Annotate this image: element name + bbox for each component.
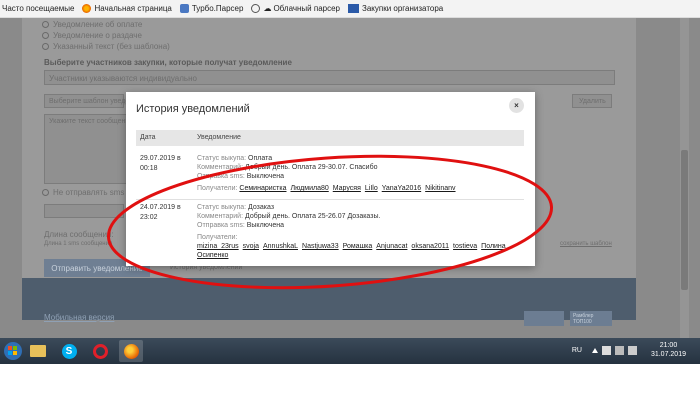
- recipient-link[interactable]: AnnushkaL: [263, 243, 298, 250]
- show-hidden-icon[interactable]: [591, 347, 598, 353]
- row-date: 29.07.2019 в 00:18: [140, 155, 181, 172]
- taskbar-skype[interactable]: S: [57, 340, 81, 362]
- column-notification: Уведомление: [197, 134, 241, 141]
- history-modal: История уведомлений × Дата Уведомление 2…: [126, 92, 535, 266]
- close-button[interactable]: ×: [509, 98, 524, 113]
- recipient-link[interactable]: oksana2011: [411, 243, 449, 250]
- recipient-link[interactable]: Ромашка: [343, 243, 373, 250]
- language-indicator[interactable]: RU: [572, 347, 582, 354]
- row-details: Статус выкупа: Оплата Комментарий: Добры…: [197, 154, 517, 193]
- recipient-link[interactable]: Марусяя: [333, 185, 361, 192]
- sp-icon: [348, 4, 359, 13]
- clock-time: 21:00: [659, 342, 678, 349]
- clock[interactable]: 21:00 31.07.2019: [651, 341, 686, 359]
- taskbar-firefox[interactable]: [119, 340, 143, 362]
- network-icon[interactable]: [614, 345, 624, 355]
- row-details: Статус выкупа: Дозаказ Комментарий: Добр…: [197, 204, 506, 259]
- column-date: Дата: [140, 134, 156, 141]
- globe-icon: [251, 4, 261, 13]
- delete-button[interactable]: Удалить: [572, 94, 612, 108]
- bookmarks-bar: Часто посещаемые Начальная страница Турб…: [0, 0, 700, 18]
- bookmark-organizer[interactable]: Закупки организатора: [348, 4, 443, 13]
- status-value: Дозаказ: [248, 204, 275, 211]
- message-length: Длина сообщения:: [44, 230, 114, 239]
- recipient-link[interactable]: svoja: [243, 243, 259, 250]
- table-row: 24.07.2019 в 23:02 Статус выкупа: Дозака…: [136, 203, 524, 259]
- option-distribution[interactable]: Уведомление о раздаче: [42, 31, 142, 40]
- screen: Часто посещаемые Начальная страница Турб…: [0, 0, 700, 394]
- taskbar-opera[interactable]: [88, 340, 112, 362]
- blank-area: [0, 364, 700, 394]
- start-button[interactable]: [3, 341, 23, 361]
- message-textarea[interactable]: Укажите текст сообщения: [44, 114, 133, 184]
- recipient-link[interactable]: LiIlo: [365, 185, 378, 192]
- mobile-version-link[interactable]: Мобильная версия: [44, 313, 114, 322]
- recipient-link[interactable]: YanaYa2016: [382, 185, 421, 192]
- opera-icon: [92, 343, 108, 359]
- sms-input[interactable]: [44, 204, 124, 218]
- clock-date: 31.07.2019: [650, 351, 686, 358]
- comment-value: Добрый день. Оплата 29-30.07. Спасибо: [245, 164, 378, 171]
- bookmark-cloud-parser[interactable]: ☁ Облачный парсер: [251, 4, 340, 13]
- skype-icon: S: [61, 343, 77, 359]
- modal-title: История уведомлений: [136, 103, 250, 115]
- taskbar-explorer[interactable]: [26, 340, 50, 362]
- sms-option[interactable]: Не отправлять sms: [42, 188, 124, 197]
- recipient-link[interactable]: tostieva: [453, 243, 477, 250]
- recipient-link[interactable]: Nikitinanv: [425, 185, 455, 192]
- close-icon: ×: [514, 101, 519, 110]
- status-value: Оплата: [248, 155, 273, 162]
- bookmark-start-page[interactable]: Начальная страница: [82, 4, 172, 13]
- option-custom-text[interactable]: Указанный текст (без шаблона): [42, 42, 170, 51]
- bookmark-frequent[interactable]: Часто посещаемые: [2, 4, 74, 13]
- recipient-link[interactable]: Nastjuwa33: [302, 243, 339, 250]
- table-header: Дата Уведомление: [136, 130, 524, 146]
- table-row: 29.07.2019 в 00:18 Статус выкупа: Оплата…: [136, 154, 524, 198]
- recipient-link[interactable]: Anjunacat: [376, 243, 407, 250]
- recipient-link[interactable]: Людмила80: [290, 185, 328, 192]
- system-tray: RU 21:00 31.07.2019: [572, 341, 686, 359]
- comment-value: Добрый день. Оплата 25-26.07 Дозаказы.: [245, 213, 381, 220]
- recipient-link[interactable]: Семинаристка: [239, 185, 286, 192]
- cloud-icon: ☁: [263, 4, 272, 13]
- firefox-icon: [123, 343, 139, 359]
- turbo-icon: [179, 4, 189, 13]
- sms-value: Выключена: [246, 222, 285, 229]
- rambler-badge[interactable]: Рамблер ТОП100: [570, 311, 612, 326]
- counter-badge[interactable]: [524, 311, 564, 326]
- flag-icon[interactable]: [601, 345, 611, 355]
- save-template-link[interactable]: сохранить шаблон: [560, 241, 612, 247]
- firefox-icon: [82, 4, 92, 13]
- recipient-link[interactable]: mizina_23rus: [197, 243, 239, 250]
- taskbar: S RU 21:00 31.07.2019: [0, 338, 700, 364]
- option-payment[interactable]: Уведомление об оплате: [42, 20, 142, 29]
- row-date: 24.07.2019 в 23:02: [140, 204, 181, 221]
- template-select[interactable]: Выберите шаблон уведомления: [44, 94, 154, 108]
- bookmark-turbo-parser[interactable]: Турбо.Парсер: [179, 4, 243, 13]
- sms-value: Выключена: [246, 173, 285, 180]
- folder-icon: [30, 345, 46, 357]
- participants-select[interactable]: Участники указываются индивидуально: [44, 70, 615, 85]
- windows-icon: [4, 342, 22, 360]
- recipients-list: Семинаристка Людмила80 Марусяя LiIlo YanaYa2…: [239, 185, 459, 192]
- participants-heading: Выберите участников закупки, которые пол…: [44, 58, 292, 67]
- recipients-list: mizina_23rus svoja AnnushkaL Nastjuwa33 Рома…: [197, 243, 506, 259]
- sms-length: Длина 1 sms сообщения: [44, 241, 113, 247]
- volume-icon[interactable]: [627, 345, 637, 355]
- scrollbar-thumb[interactable]: [681, 150, 688, 290]
- row-divider: [136, 199, 524, 200]
